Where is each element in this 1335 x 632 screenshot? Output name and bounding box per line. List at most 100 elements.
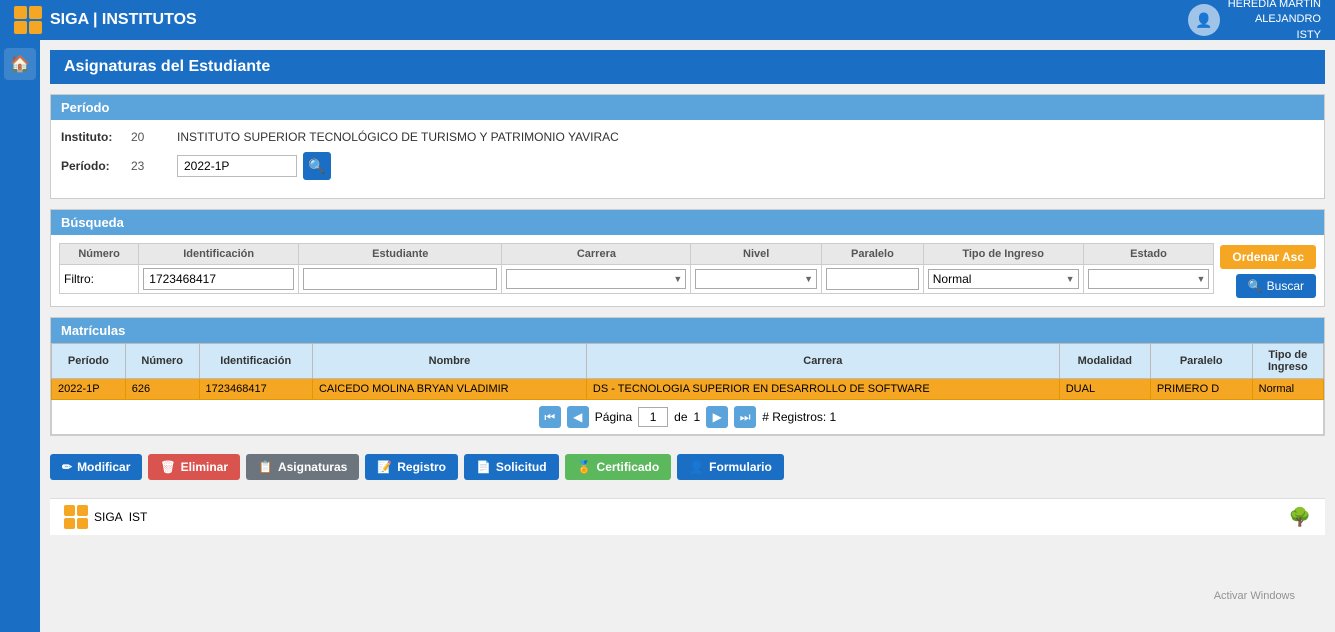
page-total: 1: [694, 410, 701, 424]
filter-estado-select[interactable]: [1088, 269, 1210, 289]
filter-table: Número Identificación Estudiante Carrera…: [59, 243, 1214, 294]
modificar-button[interactable]: ✏ Modificar: [50, 454, 142, 480]
filter-estado-cell: [1083, 265, 1214, 294]
filter-identificacion-cell: [139, 265, 299, 294]
modificar-icon: ✏: [62, 460, 72, 474]
filter-carrera-cell: [502, 265, 691, 294]
busqueda-panel: Búsqueda Número Identificación Estudiant…: [50, 209, 1325, 307]
user-role: ALEJANDRO: [1228, 12, 1321, 27]
of-label: de: [674, 410, 687, 424]
col-estudiante-header: Estudiante: [299, 244, 502, 265]
buscar-button[interactable]: 🔍 Buscar: [1236, 274, 1316, 298]
cell-periodo: 2022-1P: [52, 379, 126, 400]
matriculas-panel: Matrículas Período Número Identificación…: [50, 317, 1325, 436]
periodo-label: Período:: [61, 159, 131, 173]
periodo-value: 23 2022-1P 🔍: [131, 152, 331, 180]
col-identificacion-header: Identificación: [139, 244, 299, 265]
sidebar-home-icon[interactable]: 🏠: [4, 48, 36, 80]
footer-siga-logo-icon: [64, 505, 88, 529]
col-periodo: Período: [52, 344, 126, 379]
filter-identificacion-input[interactable]: [143, 268, 294, 290]
periodo-panel-header: Período: [51, 95, 1324, 120]
last-page-button[interactable]: ⏭: [734, 406, 756, 428]
activate-windows-text: Activar Windows: [1214, 590, 1295, 602]
col-paralelo: Paralelo: [1150, 344, 1252, 379]
filter-nivel-select[interactable]: [695, 269, 817, 289]
instituto-label: Instituto:: [61, 130, 131, 144]
siga-logo-icon: [14, 6, 42, 34]
sidebar: 🏠: [0, 40, 40, 632]
first-page-button[interactable]: ⏮: [539, 406, 561, 428]
page-title: Asignaturas del Estudiante: [50, 50, 1325, 84]
tipo-ingreso-header-line2: Ingreso: [1268, 361, 1308, 373]
periodo-input[interactable]: 2022-1P: [177, 155, 297, 177]
periodo-search-button[interactable]: 🔍: [303, 152, 331, 180]
cell-carrera: DS - TECNOLOGIA SUPERIOR EN DESARROLLO D…: [586, 379, 1059, 400]
col-tipo-ingreso-header: Tipo de Ingreso: [923, 244, 1083, 265]
eliminar-label: Eliminar: [181, 460, 228, 474]
filter-tipo-ingreso-select[interactable]: Normal Todos: [928, 269, 1079, 289]
formulario-button[interactable]: 👤 Formulario: [677, 454, 784, 480]
page-label: Página: [595, 410, 632, 424]
modificar-label: Modificar: [77, 460, 130, 474]
filter-row: Filtro:: [60, 265, 1214, 294]
filter-paralelo-input[interactable]: [826, 268, 919, 290]
instituto-row: Instituto: 20 INSTITUTO SUPERIOR TECNOLÓ…: [61, 130, 1314, 144]
solicitud-icon: 📄: [476, 460, 491, 474]
certificado-icon: 🏅: [577, 460, 592, 474]
filter-carrera-select[interactable]: [506, 269, 686, 289]
busqueda-panel-header: Búsqueda: [51, 210, 1324, 235]
page-number-input[interactable]: [638, 407, 668, 427]
cell-paralelo: PRIMERO D: [1150, 379, 1252, 400]
table-row[interactable]: 2022-1P 626 1723468417 CAICEDO MOLINA BR…: [52, 379, 1324, 400]
user-name: HEREDIA MARTIN: [1228, 0, 1321, 12]
asignaturas-button[interactable]: 📋 Asignaturas: [246, 454, 359, 480]
buscar-label: Buscar: [1267, 279, 1304, 293]
solicitud-button[interactable]: 📄 Solicitud: [464, 454, 559, 480]
pagination-bar: ⏮ ◀ Página de 1 ▶ ⏭ # Registros: 1: [51, 400, 1324, 435]
col-carrera: Carrera: [586, 344, 1059, 379]
filter-estado-wrapper: [1088, 269, 1210, 289]
user-section: 👤 HEREDIA MARTIN ALEJANDRO ISTY: [1188, 0, 1321, 43]
col-paralelo-header: Paralelo: [822, 244, 924, 265]
prev-page-button[interactable]: ◀: [567, 406, 589, 428]
col-carrera-header: Carrera: [502, 244, 691, 265]
eliminar-button[interactable]: 🗑 Eliminar: [148, 454, 240, 480]
asignaturas-icon: 📋: [258, 460, 273, 474]
col-tipo-ingreso: Tipo de Ingreso: [1252, 344, 1323, 379]
filter-paralelo-cell: [822, 265, 924, 294]
matriculas-panel-header: Matrículas: [51, 318, 1324, 343]
tipo-ingreso-header-line1: Tipo de: [1268, 349, 1307, 361]
registro-icon: 📝: [377, 460, 392, 474]
footer-edu-logo: 🌳: [1289, 507, 1311, 527]
footer-logo: SIGA IST: [64, 505, 147, 529]
app-title: SIGA | INSTITUTOS: [50, 11, 197, 29]
matriculas-table: Período Número Identificación Nombre Car…: [51, 343, 1324, 400]
order-asc-button[interactable]: Ordenar Asc: [1220, 245, 1316, 269]
col-numero-header: Número: [60, 244, 139, 265]
app-logo-title: SIGA | INSTITUTOS: [14, 6, 197, 34]
cell-nombre: CAICEDO MOLINA BRYAN VLADIMIR: [312, 379, 586, 400]
footer-logo-text: SIGA: [94, 510, 123, 524]
filter-estudiante-cell: [299, 265, 502, 294]
periodo-panel: Período Instituto: 20 INSTITUTO SUPERIOR…: [50, 94, 1325, 199]
certificado-button[interactable]: 🏅 Certificado: [565, 454, 672, 480]
eliminar-icon: 🗑: [160, 460, 175, 474]
user-info: HEREDIA MARTIN ALEJANDRO ISTY: [1228, 0, 1321, 43]
cell-tipo-ingreso: Normal: [1252, 379, 1323, 400]
footer-right: 🌳: [1289, 507, 1311, 528]
next-page-button[interactable]: ▶: [706, 406, 728, 428]
records-count: # Registros: 1: [762, 410, 836, 424]
avatar: 👤: [1188, 4, 1220, 36]
cell-numero: 626: [125, 379, 199, 400]
periodo-code: 23: [131, 159, 171, 173]
filter-estudiante-input[interactable]: [303, 268, 497, 290]
filter-actions: Ordenar Asc 🔍 Buscar: [1220, 245, 1316, 298]
certificado-label: Certificado: [597, 460, 660, 474]
registro-button[interactable]: 📝 Registro: [365, 454, 458, 480]
filter-tipo-ingreso-cell: Normal Todos: [923, 265, 1083, 294]
matriculas-table-wrapper: Período Número Identificación Nombre Car…: [51, 343, 1324, 400]
filter-nivel-wrapper: [695, 269, 817, 289]
col-nivel-header: Nivel: [691, 244, 822, 265]
instituto-name: INSTITUTO SUPERIOR TECNOLÓGICO DE TURISM…: [177, 130, 619, 144]
